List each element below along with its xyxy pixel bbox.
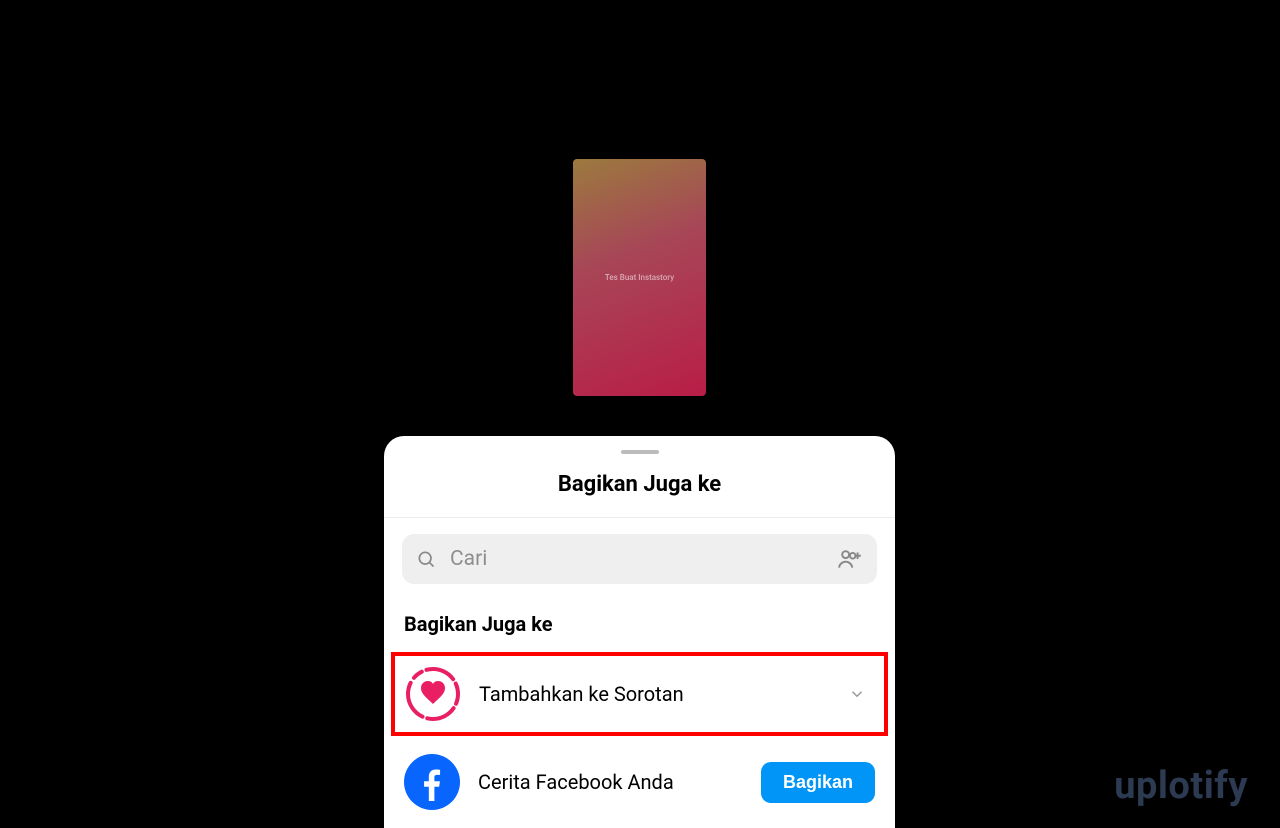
share-bottom-sheet: Bagikan Juga ke Cari Bagikan Juga ke Tam… [384, 436, 895, 828]
sheet-drag-handle[interactable] [621, 450, 659, 454]
story-preview-thumbnail[interactable]: Tes Buat Instastory [573, 159, 706, 396]
facebook-story-label: Cerita Facebook Anda [478, 770, 761, 794]
search-placeholder: Cari [450, 547, 837, 571]
facebook-story-row: Cerita Facebook Anda Bagikan [404, 754, 875, 810]
story-preview-text: Tes Buat Instastory [605, 273, 674, 282]
sheet-title: Bagikan Juga ke [384, 472, 895, 518]
chevron-down-icon [848, 685, 866, 703]
share-button[interactable]: Bagikan [761, 762, 875, 803]
search-input[interactable]: Cari [402, 534, 877, 584]
add-people-icon[interactable] [837, 546, 863, 572]
facebook-icon [404, 754, 460, 810]
add-to-highlight-row[interactable]: Tambahkan ke Sorotan [391, 652, 888, 736]
highlight-heart-icon [405, 666, 461, 722]
add-to-highlight-label: Tambahkan ke Sorotan [479, 682, 848, 706]
watermark-text: uplotify [1114, 764, 1248, 808]
search-icon [416, 549, 436, 569]
share-section-title: Bagikan Juga ke [404, 612, 875, 636]
